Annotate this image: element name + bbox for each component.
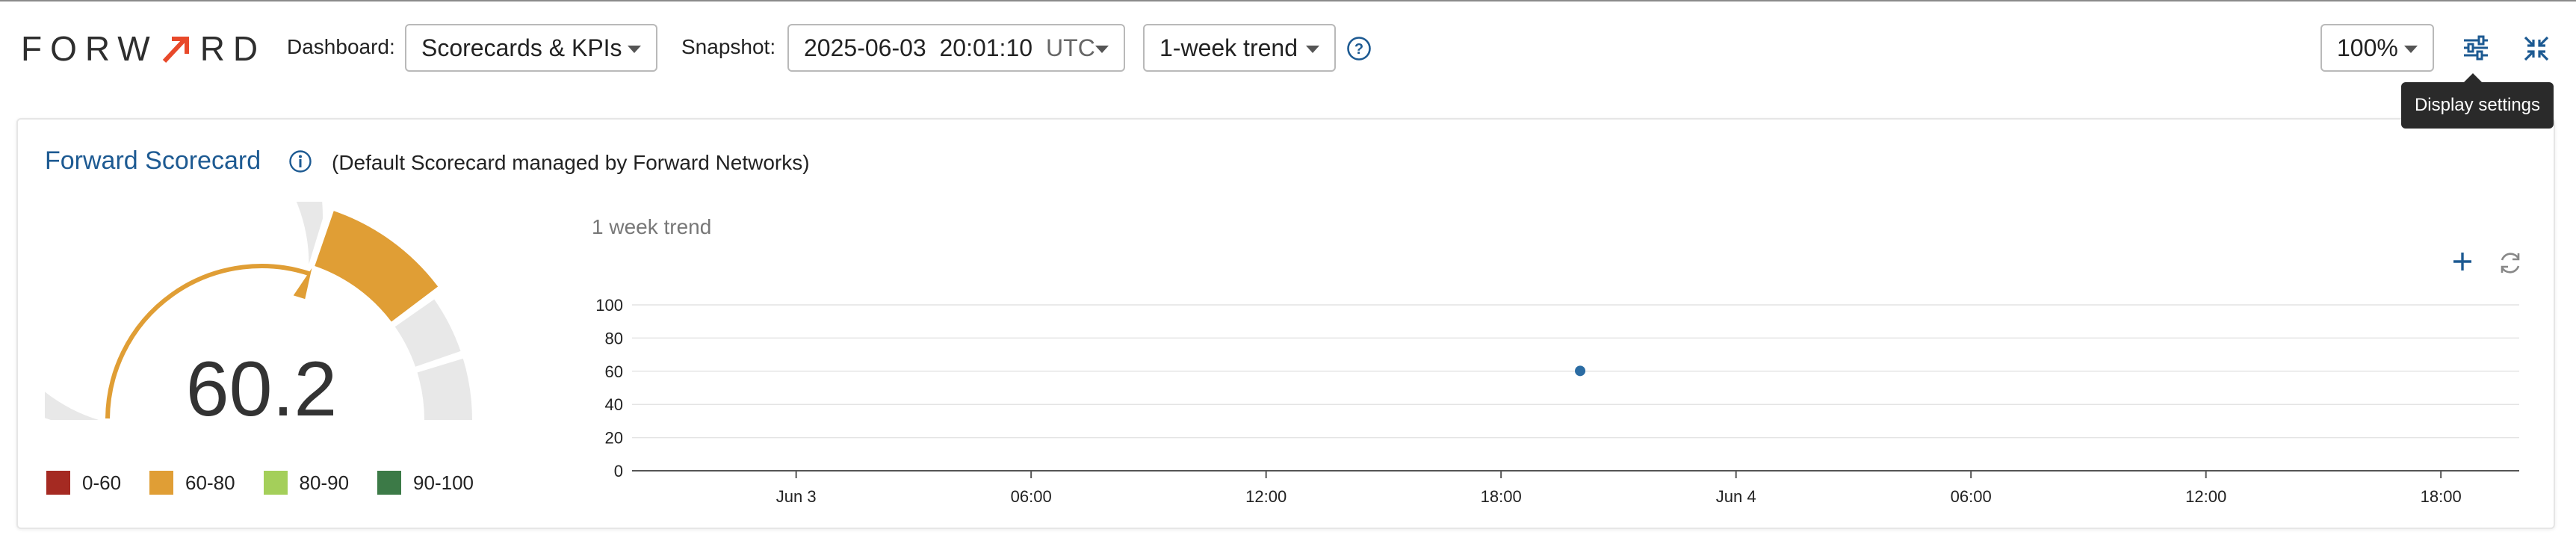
snapshot-timezone: UTC xyxy=(1046,34,1095,61)
x-tick-label: 18:00 xyxy=(2421,487,2462,506)
snapshot-select[interactable]: 2025-06-03 20:01:10 UTC xyxy=(787,24,1125,72)
collapse-icon[interactable] xyxy=(2522,34,2551,63)
scorecard-title[interactable]: Forward Scorecard xyxy=(45,146,261,176)
chevron-down-icon xyxy=(1306,46,1319,53)
y-tick-label: 60 xyxy=(605,362,623,381)
data-point[interactable] xyxy=(1575,365,1586,377)
y-tick-label: 100 xyxy=(595,296,623,315)
legend-item: 90-100 xyxy=(377,471,474,495)
y-tick-label: 80 xyxy=(605,329,623,347)
legend-swatch xyxy=(263,471,288,495)
svg-text:?: ? xyxy=(1354,41,1363,58)
score-value: 60.2 xyxy=(185,346,338,433)
snapshot-label: Snapshot: xyxy=(681,35,776,58)
legend-swatch xyxy=(46,471,70,495)
chevron-down-icon xyxy=(1095,46,1109,53)
logo-arrow-icon xyxy=(162,37,189,64)
info-icon[interactable] xyxy=(288,149,312,173)
legend-item: 0-60 xyxy=(46,471,121,495)
gauge-legend: 0-60 60-80 80-90 90-100 xyxy=(46,471,502,495)
y-tick-label: 0 xyxy=(614,462,623,480)
trend-chart-label: 1 week trend xyxy=(592,215,712,238)
trend-select[interactable]: 1-week trend xyxy=(1143,24,1336,72)
help-icon[interactable]: ? xyxy=(1346,36,1372,61)
y-tick-label: 20 xyxy=(605,429,623,448)
x-tick-label: 06:00 xyxy=(1951,487,1992,506)
legend-label: 90-100 xyxy=(413,471,474,494)
snapshot-select-value: 2025-06-03 20:01:10 xyxy=(804,34,1033,61)
legend-swatch xyxy=(149,471,174,495)
zoom-select-value: 100% xyxy=(2337,34,2398,61)
trend-chart: 0 20 40 60 80 100 Jun 3 06:00 12:00 18:00 Jun 4 06:… xyxy=(595,296,2519,506)
legend-label: 60-80 xyxy=(185,471,235,494)
x-tick-label: Jun 3 xyxy=(776,487,817,506)
x-tick-label: 12:00 xyxy=(1245,487,1287,506)
plus-icon[interactable] xyxy=(2450,250,2474,273)
logo-text-right: RD xyxy=(199,29,267,68)
gauge-band xyxy=(315,211,439,322)
dashboard-select-value: Scorecards & KPIs xyxy=(421,34,622,61)
y-tick-label: 40 xyxy=(605,395,623,414)
zoom-select[interactable]: 100% xyxy=(2320,24,2434,72)
x-tick-label: 06:00 xyxy=(1011,487,1052,506)
x-tick-label: Jun 4 xyxy=(1716,487,1756,506)
gauge-band xyxy=(417,358,472,420)
x-tick-label: 12:00 xyxy=(2185,487,2226,506)
chevron-down-icon xyxy=(628,46,641,53)
scorecard-subtitle: (Default Scorecard managed by Forward Ne… xyxy=(332,151,810,174)
forward-logo[interactable]: FORW RD xyxy=(21,29,267,68)
dashboard-select[interactable]: Scorecards & KPIs xyxy=(405,24,657,72)
trend-select-value: 1-week trend xyxy=(1159,34,1298,61)
x-tick-label: 18:00 xyxy=(1481,487,1522,506)
chevron-down-icon xyxy=(2404,46,2418,53)
legend-item: 60-80 xyxy=(149,471,235,495)
legend-swatch xyxy=(377,471,402,495)
legend-label: 80-90 xyxy=(299,471,350,494)
display-settings-tooltip: Display settings xyxy=(2401,73,2554,129)
toolbar: FORW RD Dashboard: Scorecards & KPIs Sna… xyxy=(0,1,2576,94)
dashboard-label: Dashboard: xyxy=(287,35,395,58)
legend-item: 80-90 xyxy=(263,471,350,495)
legend-label: 0-60 xyxy=(82,471,122,494)
logo-text-left: FORW xyxy=(21,29,158,68)
display-settings-icon[interactable] xyxy=(2461,34,2491,61)
refresh-icon[interactable] xyxy=(2497,250,2524,276)
